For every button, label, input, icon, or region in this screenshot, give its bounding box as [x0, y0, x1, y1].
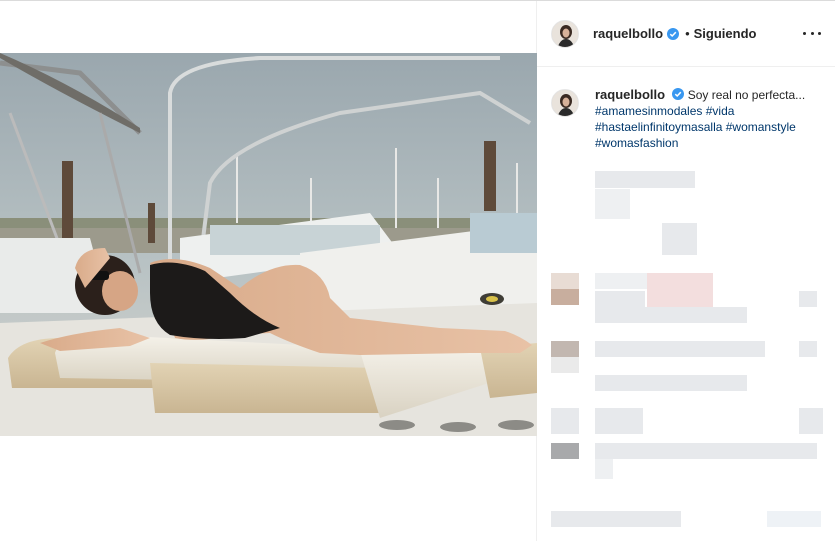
caption-avatar[interactable]: [551, 89, 579, 117]
post-photo-image: [0, 53, 537, 436]
post-caption: raquelbollo Soy real no perfecta... #ama…: [551, 87, 821, 151]
blurred-block: [551, 511, 681, 527]
caption-text: Soy real no perfecta...: [687, 88, 806, 102]
blurred-block: [799, 408, 823, 434]
blurred-block: [647, 273, 713, 307]
verified-icon: [667, 27, 680, 40]
blurred-block: [595, 171, 695, 188]
blurred-block: [799, 291, 817, 307]
blurred-block: [551, 443, 579, 459]
blurred-block: [551, 289, 579, 305]
avatar-image: [552, 90, 578, 116]
blurred-block: [595, 443, 817, 459]
blurred-block: [551, 341, 579, 357]
post-photo[interactable]: [0, 53, 537, 436]
verified-icon: [672, 88, 685, 100]
blurred-block: [767, 511, 821, 527]
blurred-block: [662, 223, 697, 255]
blurred-block: [551, 408, 579, 434]
hashtag-link[interactable]: #amamesinmodales: [595, 104, 702, 118]
blurred-block: [551, 357, 579, 373]
hashtag-link[interactable]: #womasfashion: [595, 135, 805, 151]
separator-dot: •: [685, 26, 690, 41]
blurred-block: [595, 341, 765, 357]
following-button[interactable]: Siguiendo: [694, 26, 757, 41]
avatar-image: [552, 20, 578, 47]
caption-body: raquelbollo Soy real no perfecta... #ama…: [595, 87, 805, 151]
blurred-block: [595, 291, 645, 307]
blurred-block: [595, 307, 747, 323]
blurred-block: [595, 375, 747, 391]
instagram-post: raquelbollo • Siguiendo raquelbollo Soy …: [0, 0, 835, 541]
caption-username[interactable]: raquelbollo: [595, 87, 665, 102]
hashtag-link[interactable]: #vida: [706, 104, 735, 118]
author-username[interactable]: raquelbollo: [593, 26, 663, 41]
hashtag-link[interactable]: #womanstyle: [726, 120, 796, 134]
blurred-block: [799, 341, 817, 357]
author-avatar[interactable]: [551, 19, 579, 48]
more-options-icon[interactable]: [803, 23, 821, 43]
post-header: raquelbollo • Siguiendo: [537, 1, 835, 67]
blurred-block: [595, 408, 643, 434]
post-sidebar: raquelbollo • Siguiendo raquelbollo Soy …: [537, 1, 835, 541]
blurred-block: [595, 189, 630, 219]
blurred-block: [551, 273, 579, 289]
blurred-block: [595, 459, 613, 479]
post-media-column: [0, 1, 537, 541]
hashtag-link[interactable]: #hastaelinfinitoymasalla: [595, 120, 722, 134]
